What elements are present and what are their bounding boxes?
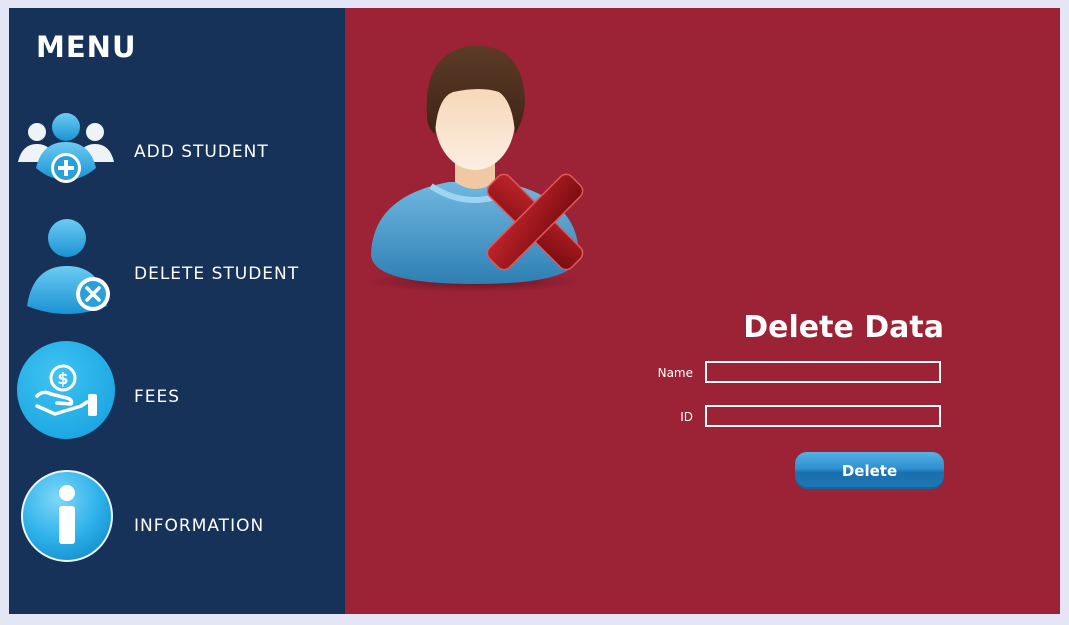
sidebar-item-delete-student[interactable]: DELETE STUDENT: [9, 216, 345, 316]
sidebar-item-label: FEES: [134, 387, 181, 407]
menu-title: MENU: [36, 30, 137, 64]
svg-text:$: $: [57, 369, 68, 388]
id-input[interactable]: [705, 405, 941, 427]
add-student-icon: [18, 113, 114, 183]
sidebar: MENU ADD STUDENT DELETE STUDENT $ FEES I…: [9, 8, 345, 614]
sidebar-item-label: DELETE STUDENT: [134, 264, 300, 284]
sidebar-item-add-student[interactable]: ADD STUDENT: [9, 96, 345, 196]
name-label: Name: [657, 366, 693, 380]
name-input[interactable]: [705, 361, 941, 383]
form-title: Delete Data: [743, 310, 944, 345]
fees-icon: $: [17, 341, 115, 439]
sidebar-item-label: ADD STUDENT: [134, 142, 269, 162]
delete-student-icon: [27, 219, 110, 314]
main-panel: Delete Data Name ID Delete: [345, 8, 1060, 614]
sidebar-item-information[interactable]: INFORMATION: [9, 470, 345, 570]
app-window: MENU ADD STUDENT DELETE STUDENT $ FEES I…: [9, 8, 1060, 614]
information-icon: [21, 470, 113, 562]
user-remove-icon: [369, 45, 584, 292]
id-label: ID: [680, 410, 693, 424]
delete-button[interactable]: Delete: [795, 452, 944, 489]
sidebar-item-label: INFORMATION: [134, 516, 265, 536]
sidebar-item-fees[interactable]: $ FEES: [9, 340, 345, 440]
